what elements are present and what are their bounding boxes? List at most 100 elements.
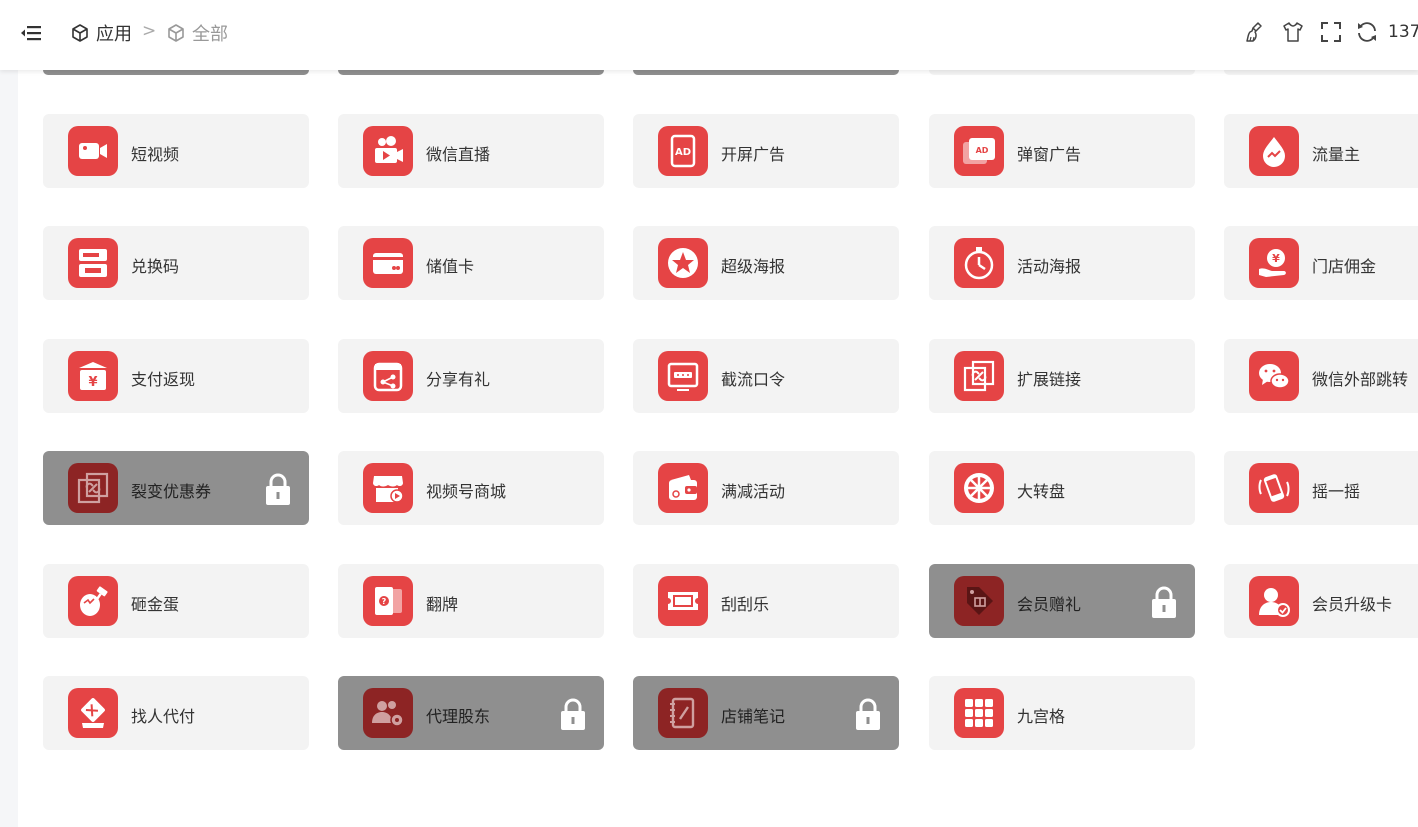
app-card-partial[interactable]: [1224, 70, 1418, 75]
menu-fold-icon[interactable]: [20, 22, 42, 44]
breadcrumb-root[interactable]: 应用: [70, 20, 132, 46]
app-icon-box: [363, 688, 413, 738]
refresh-icon[interactable]: [1355, 20, 1379, 44]
fullscreen-icon[interactable]: [1319, 20, 1343, 44]
app-label: 刮刮乐: [721, 595, 770, 614]
app-card-stored-value-card[interactable]: 储值卡: [338, 226, 604, 300]
scratch-ticket-icon: [668, 592, 698, 610]
wechat-icon: [1259, 364, 1290, 389]
app-label: 满减活动: [721, 482, 786, 501]
yen-hand-icon: ¥: [1259, 249, 1286, 277]
app-icon-box: [1249, 351, 1299, 401]
app-icon-box: [658, 238, 708, 288]
video-camera-icon: [79, 143, 107, 159]
app-label: 会员升级卡: [1312, 595, 1393, 614]
app-icon-box: [363, 463, 413, 513]
flip-card-icon: ?: [375, 587, 402, 615]
app-icon-box: ¥: [68, 351, 118, 401]
app-icon-box: [954, 576, 1004, 626]
lock-icon: [1152, 586, 1176, 618]
app-label: 活动海报: [1017, 257, 1082, 276]
svg-text:?: ?: [382, 597, 387, 606]
app-card-wechat-live[interactable]: 微信直播: [338, 114, 604, 188]
app-card-shake[interactable]: 摇一摇: [1224, 451, 1418, 525]
app-card-extended-link[interactable]: 扩展链接: [929, 339, 1195, 413]
app-icon-box: [954, 238, 1004, 288]
app-card-flip-card[interactable]: ? 翻牌: [338, 564, 604, 638]
app-label: 店铺笔记: [721, 707, 786, 726]
clear-cache-brush-icon[interactable]: [1244, 20, 1268, 44]
app-icon-box: [363, 126, 413, 176]
app-label: 支付返现: [131, 370, 196, 389]
redeem-code-icon: [79, 249, 107, 277]
app-card-fission-coupon[interactable]: 裂变优惠券: [43, 451, 309, 525]
app-card-splash-ad[interactable]: AD 开屏广告: [633, 114, 899, 188]
app-label: 门店佣金: [1312, 257, 1377, 276]
live-stream-icon: [375, 136, 403, 163]
app-label: 摇一摇: [1312, 482, 1361, 501]
app-card-partial[interactable]: [43, 70, 309, 75]
app-card-partial[interactable]: [633, 70, 899, 75]
sidebar-strip: [0, 70, 18, 827]
wheel-icon: [964, 473, 994, 503]
app-icon-box: [68, 126, 118, 176]
app-card-agent-shareholder[interactable]: 代理股东: [338, 676, 604, 750]
app-icon-box: [954, 463, 1004, 513]
app-card-pay-cashback[interactable]: ¥ 支付返现: [43, 339, 309, 413]
egg-hammer-icon: [80, 586, 108, 616]
gift-tag-icon: [967, 587, 993, 615]
app-icon-box: [1249, 126, 1299, 176]
app-card-nine-grid[interactable]: 九宫格: [929, 676, 1195, 750]
yen-box-icon: ¥: [79, 362, 107, 390]
app-icon-box: [68, 576, 118, 626]
lock-icon: [561, 698, 585, 730]
app-card-pay-for-me[interactable]: 找人代付: [43, 676, 309, 750]
app-card-store-notes[interactable]: 店铺笔记: [633, 676, 899, 750]
member-upgrade-icon: [1259, 588, 1290, 617]
app-card-traffic-owner[interactable]: 流量主: [1224, 114, 1418, 188]
app-card-store-commission[interactable]: ¥ 门店佣金: [1224, 226, 1418, 300]
app-label: 兑换码: [131, 257, 180, 276]
app-card-video-channel-mall[interactable]: 视频号商城: [338, 451, 604, 525]
app-icon-box: [363, 238, 413, 288]
app-icon-box: [68, 238, 118, 288]
ad-popup-icon: AD: [963, 138, 995, 164]
app-card-member-gift[interactable]: 会员赠礼: [929, 564, 1195, 638]
agent-group-icon: [372, 701, 404, 727]
app-card-partial[interactable]: [929, 70, 1195, 75]
pay-for-me-icon: [81, 698, 105, 728]
app-icon-box: [1249, 463, 1299, 513]
app-card-share-gift[interactable]: 分享有礼: [338, 339, 604, 413]
app-icon-box: [363, 351, 413, 401]
app-icon-box: [658, 576, 708, 626]
breadcrumb-current-label: 全部: [192, 24, 228, 45]
traffic-drop-icon: [1263, 137, 1285, 167]
app-label: 开屏广告: [721, 145, 786, 164]
app-card-intercept-password[interactable]: 截流口令: [633, 339, 899, 413]
app-icon-box: [68, 688, 118, 738]
app-label: 扩展链接: [1017, 370, 1082, 389]
shake-phone-icon: [1258, 474, 1290, 502]
app-label: 裂变优惠券: [131, 482, 212, 501]
header-counter: 1370: [1388, 22, 1418, 42]
app-card-popup-ad[interactable]: AD 弹窗广告: [929, 114, 1195, 188]
app-card-event-poster[interactable]: 活动海报: [929, 226, 1195, 300]
app-card-wechat-jump[interactable]: 微信外部跳转: [1224, 339, 1418, 413]
theme-shirt-icon[interactable]: [1281, 20, 1305, 44]
app-card-redeem-code[interactable]: 兑换码: [43, 226, 309, 300]
breadcrumb-current: 全部: [166, 20, 228, 46]
app-card-discount-event[interactable]: 满减活动: [633, 451, 899, 525]
lock-icon: [266, 473, 290, 505]
app-icon-box: AD: [658, 126, 708, 176]
svg-text:¥: ¥: [88, 375, 97, 390]
app-card-member-upgrade[interactable]: 会员升级卡: [1224, 564, 1418, 638]
app-card-short-video[interactable]: 短视频: [43, 114, 309, 188]
cube-icon: [72, 24, 88, 42]
star-poster-icon: [668, 248, 698, 278]
link-icon: [77, 472, 109, 504]
app-card-partial[interactable]: [338, 70, 604, 75]
app-card-super-poster[interactable]: 超级海报: [633, 226, 899, 300]
app-card-golden-egg[interactable]: 砸金蛋: [43, 564, 309, 638]
app-card-lucky-wheel[interactable]: 大转盘: [929, 451, 1195, 525]
app-card-scratch[interactable]: 刮刮乐: [633, 564, 899, 638]
